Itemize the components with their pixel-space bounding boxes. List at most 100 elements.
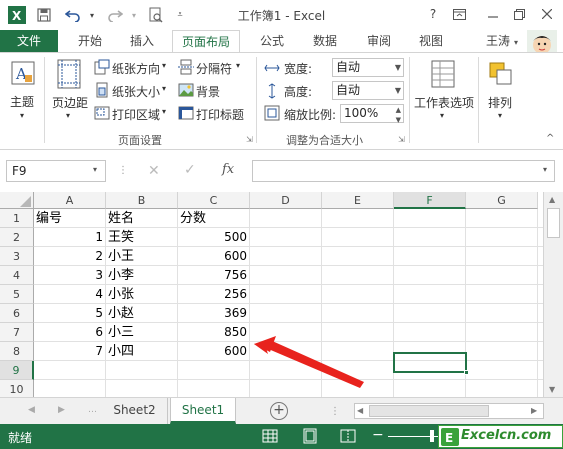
- page-break-view-icon[interactable]: [340, 428, 356, 447]
- tab-data[interactable]: 数据: [306, 30, 344, 53]
- column-header-g[interactable]: G: [466, 192, 538, 209]
- minimize-icon[interactable]: [482, 4, 504, 24]
- print-titles-label[interactable]: 打印标题: [196, 106, 244, 123]
- orientation-icon[interactable]: [94, 59, 110, 75]
- orientation-label[interactable]: 纸张方向: [112, 60, 160, 77]
- height-select[interactable]: 自动 ▼: [332, 81, 404, 100]
- row-header-5[interactable]: 5: [0, 285, 34, 304]
- cell-b3[interactable]: 小王: [106, 247, 178, 266]
- insert-function-icon[interactable]: fx: [222, 162, 234, 177]
- cell-a1[interactable]: 编号: [34, 209, 106, 228]
- cell-c5[interactable]: 256: [178, 285, 250, 304]
- vertical-scroll-thumb[interactable]: [547, 208, 560, 238]
- arrange-label[interactable]: 排列: [488, 94, 512, 111]
- sheet-options-icon[interactable]: [428, 59, 458, 89]
- collapse-ribbon-icon[interactable]: ^: [546, 133, 554, 144]
- scale-launcher-icon[interactable]: ⇲: [398, 135, 405, 144]
- tab-home[interactable]: 开始: [70, 30, 110, 53]
- width-dropdown-icon[interactable]: ▼: [395, 59, 401, 76]
- print-area-dropdown-icon[interactable]: ▾: [162, 107, 166, 116]
- row-header-3[interactable]: 3: [0, 247, 34, 266]
- cell-c6[interactable]: 369: [178, 304, 250, 323]
- cell-a2[interactable]: 1: [34, 228, 106, 247]
- size-icon[interactable]: [94, 82, 110, 98]
- cancel-entry-icon[interactable]: ✕: [148, 163, 160, 179]
- cell-c1[interactable]: 分数: [178, 209, 250, 228]
- name-box[interactable]: F9 ▾: [6, 160, 106, 182]
- page-setup-launcher-icon[interactable]: ⇲: [246, 135, 253, 144]
- row-header-8[interactable]: 8: [0, 342, 34, 361]
- column-header-e[interactable]: E: [322, 192, 394, 209]
- name-box-dropdown-icon[interactable]: ▾: [93, 165, 97, 174]
- print-titles-icon[interactable]: [178, 105, 194, 121]
- sheet-options-dropdown-icon[interactable]: ▾: [440, 111, 444, 120]
- cell-a4[interactable]: 3: [34, 266, 106, 285]
- themes-label[interactable]: 主题: [10, 93, 34, 110]
- tab-review[interactable]: 审阅: [360, 30, 398, 53]
- cell-b5[interactable]: 小张: [106, 285, 178, 304]
- breaks-label[interactable]: 分隔符: [196, 60, 232, 77]
- scroll-down-icon[interactable]: ▼: [549, 385, 555, 394]
- user-dropdown-icon[interactable]: ▾: [514, 38, 518, 47]
- active-cell-f9[interactable]: [393, 352, 467, 373]
- margins-dropdown-icon[interactable]: ▾: [66, 111, 70, 120]
- restore-icon[interactable]: [508, 4, 530, 24]
- tab-view[interactable]: 视图: [412, 30, 450, 53]
- cell-b2[interactable]: 王笑: [106, 228, 178, 247]
- tab-file[interactable]: 文件: [0, 30, 58, 53]
- arrange-dropdown-icon[interactable]: ▾: [498, 111, 502, 120]
- horizontal-scroll-thumb[interactable]: [369, 405, 489, 417]
- height-dropdown-icon[interactable]: ▼: [395, 82, 401, 99]
- size-label[interactable]: 纸张大小: [112, 83, 160, 100]
- scroll-right-icon[interactable]: ▶: [531, 406, 537, 415]
- sheet-tab-sheet2[interactable]: Sheet2: [102, 398, 168, 424]
- background-label[interactable]: 背景: [196, 83, 220, 100]
- row-header-2[interactable]: 2: [0, 228, 34, 247]
- close-icon[interactable]: [536, 4, 558, 24]
- formula-input[interactable]: ▾: [252, 160, 555, 182]
- row-header-9[interactable]: 9: [0, 361, 34, 380]
- next-sheet-icon[interactable]: ▶: [58, 405, 65, 415]
- column-header-a[interactable]: A: [34, 192, 106, 209]
- row-header-1[interactable]: 1: [0, 209, 34, 228]
- ribbon-display-options-icon[interactable]: [448, 4, 470, 24]
- cell-b6[interactable]: 小赵: [106, 304, 178, 323]
- cell-a7[interactable]: 6: [34, 323, 106, 342]
- row-header-6[interactable]: 6: [0, 304, 34, 323]
- arrange-icon[interactable]: [486, 59, 516, 89]
- background-icon[interactable]: [178, 82, 194, 98]
- cell-c4[interactable]: 756: [178, 266, 250, 285]
- scale-down-icon[interactable]: ▼: [396, 112, 401, 129]
- column-header-c[interactable]: C: [178, 192, 250, 209]
- margins-icon[interactable]: [54, 59, 84, 89]
- margins-label[interactable]: 页边距: [52, 94, 88, 111]
- print-area-icon[interactable]: [94, 105, 110, 121]
- cell-b8[interactable]: 小四: [106, 342, 178, 361]
- scroll-left-icon[interactable]: ◀: [357, 406, 363, 415]
- breaks-dropdown-icon[interactable]: ▾: [236, 61, 240, 70]
- row-header-4[interactable]: 4: [0, 266, 34, 285]
- row-header-7[interactable]: 7: [0, 323, 34, 342]
- fill-handle[interactable]: [464, 370, 469, 375]
- print-area-label[interactable]: 打印区域: [112, 106, 160, 123]
- cell-b1[interactable]: 姓名: [106, 209, 178, 228]
- tab-insert[interactable]: 插入: [122, 30, 162, 53]
- cell-a3[interactable]: 2: [34, 247, 106, 266]
- column-header-d[interactable]: D: [250, 192, 322, 209]
- more-sheets-icon[interactable]: …: [88, 405, 97, 415]
- themes-dropdown-icon[interactable]: ▾: [20, 111, 24, 120]
- zoom-out-icon[interactable]: −: [372, 427, 384, 443]
- zoom-slider-thumb[interactable]: [430, 430, 434, 442]
- cell-a8[interactable]: 7: [34, 342, 106, 361]
- width-select[interactable]: 自动 ▼: [332, 58, 404, 77]
- sheet-tab-sheet1[interactable]: Sheet1: [170, 398, 236, 424]
- breaks-icon[interactable]: [178, 59, 194, 75]
- user-name[interactable]: 王涛: [482, 30, 514, 53]
- tab-formulas[interactable]: 公式: [254, 30, 290, 53]
- cell-a6[interactable]: 5: [34, 304, 106, 323]
- help-button[interactable]: ?: [422, 4, 444, 24]
- horizontal-scrollbar[interactable]: ◀ ▶: [354, 403, 544, 419]
- expand-formula-icon[interactable]: ▾: [543, 165, 547, 174]
- column-header-f[interactable]: F: [394, 192, 466, 209]
- worksheet-grid[interactable]: A B C D E F G 1 2 3 4 5 6 7 8 9 10 编号 姓名…: [0, 192, 563, 399]
